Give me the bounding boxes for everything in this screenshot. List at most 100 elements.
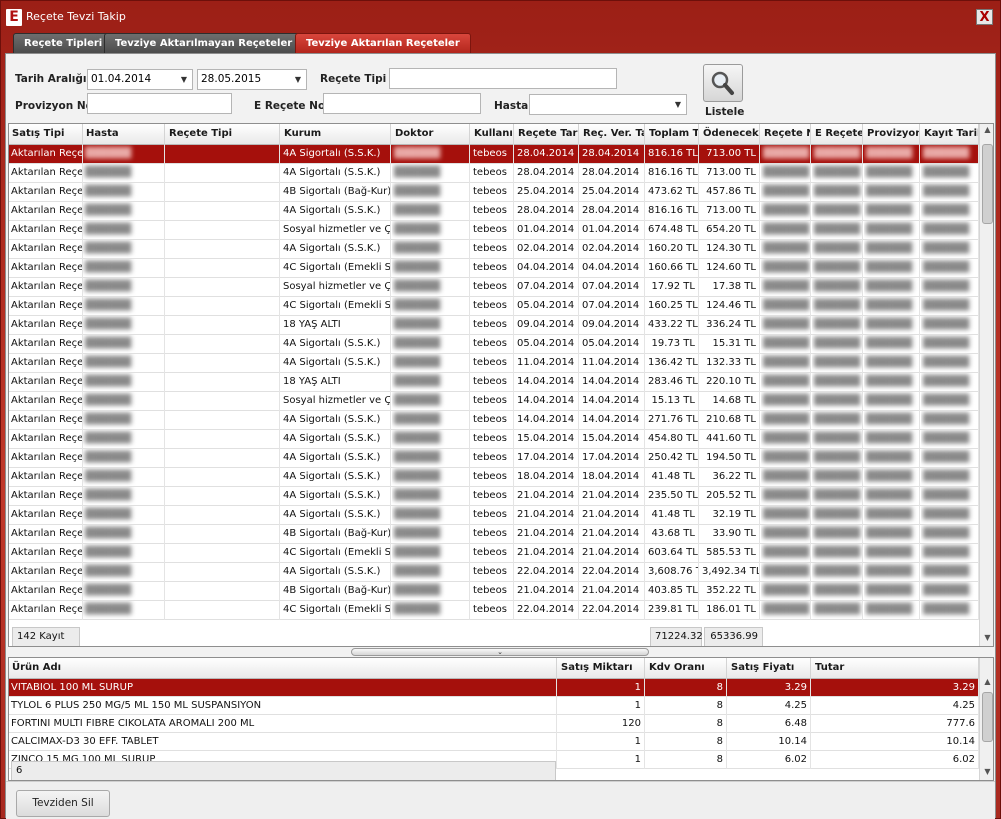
column-header[interactable]: Reç. Ver. Tarihi (580, 124, 645, 145)
date-from-picker[interactable]: 01.04.2014 ▼ (87, 69, 193, 90)
column-header[interactable]: Ödenecek Tutar (700, 124, 760, 145)
table-row[interactable]: Aktarılan Reçete██████4A Sigortalı (S.S.… (9, 145, 979, 164)
redacted-text: ██████ (814, 262, 861, 273)
splitter-handle[interactable]: ⌄ (351, 648, 649, 656)
table-cell: 4A Sigortalı (S.S.K.) (281, 487, 391, 506)
list-item[interactable]: TYLOL 6 PLUS 250 MG/5 ML 150 ML SUSPANSI… (9, 697, 979, 715)
table-cell: tebeos (471, 563, 514, 582)
scroll-thumb[interactable] (982, 692, 993, 742)
tab-tevziye-aktarilan[interactable]: Tevziye Aktarılan Reçeteler (295, 33, 471, 53)
hasta-select[interactable]: ▼ (529, 94, 687, 115)
table-row[interactable]: Aktarılan Reçete██████4C Sigortalı (Emek… (9, 297, 979, 316)
table-row[interactable]: Aktarılan Reçete██████4A Sigortalı (S.S.… (9, 430, 979, 449)
tab-tevziye-aktarilmayan[interactable]: Tevziye Aktarılmayan Reçeteler (104, 33, 304, 53)
table-row[interactable]: Aktarılan Reçete██████4A Sigortalı (S.S.… (9, 240, 979, 259)
table-cell (166, 297, 280, 316)
table-row[interactable]: Aktarılan Reçete██████4C Sigortalı (Emek… (9, 544, 979, 563)
table-row[interactable]: Aktarılan Reçete██████18 YAŞ ALTI██████t… (9, 373, 979, 392)
table-cell: Aktarılan Reçete (9, 392, 83, 411)
column-header[interactable]: Satış Tipi (9, 124, 83, 145)
column-header[interactable]: Kullanıcı (471, 124, 514, 145)
table-cell: ██████ (864, 544, 920, 563)
list-item[interactable]: VITABIOL 100 ML SURUP 1 8 3.29 3.29 (9, 679, 979, 697)
table-row[interactable]: Aktarılan Reçete██████4B Sigortalı (Bağ-… (9, 582, 979, 601)
urun-grid-scrollbar[interactable]: ▲ ▼ (979, 658, 993, 780)
scroll-up-icon[interactable]: ▲ (980, 124, 993, 136)
table-row[interactable]: Aktarılan Reçete██████4B Sigortalı (Bağ-… (9, 183, 979, 202)
column-header[interactable]: Toplam Tutar (646, 124, 699, 145)
redacted-text: ██████ (866, 585, 913, 596)
table-row[interactable]: Aktarılan Reçete██████18 YAŞ ALTI██████t… (9, 316, 979, 335)
table-row[interactable]: Aktarılan Reçete██████4A Sigortalı (S.S.… (9, 468, 979, 487)
close-button[interactable]: X (976, 9, 993, 25)
column-header[interactable]: Reçete No (761, 124, 811, 145)
scroll-thumb[interactable] (982, 144, 993, 224)
redacted-text: ██████ (814, 585, 861, 596)
e-recete-label: E Reçete No (254, 100, 326, 112)
table-row[interactable]: Aktarılan Reçete██████4A Sigortalı (S.S.… (9, 449, 979, 468)
provizyon-input[interactable] (87, 93, 232, 114)
table-cell: tebeos (471, 259, 514, 278)
table-row[interactable]: Aktarılan Reçete██████4A Sigortalı (S.S.… (9, 487, 979, 506)
list-item[interactable]: CALCIMAX-D3 30 EFF. TABLET 1 8 10.14 10.14 (9, 733, 979, 751)
table-row[interactable]: Aktarılan Reçete██████4A Sigortalı (S.S.… (9, 335, 979, 354)
table-row[interactable]: Aktarılan Reçete██████4A Sigortalı (S.S.… (9, 164, 979, 183)
table-row[interactable]: Aktarılan Reçete██████4C Sigortalı (Emek… (9, 259, 979, 278)
scroll-down-icon[interactable]: ▼ (980, 766, 993, 778)
table-row[interactable]: Aktarılan Reçete██████4A Sigortalı (S.S.… (9, 354, 979, 373)
column-header[interactable]: Reçete Tarihi (515, 124, 579, 145)
table-cell: 09.04.2014 (515, 316, 579, 335)
table-cell: Aktarılan Reçete (9, 259, 83, 278)
table-row[interactable]: Aktarılan Reçete██████4A Sigortalı (S.S.… (9, 563, 979, 582)
table-cell: 4A Sigortalı (S.S.K.) (281, 202, 391, 221)
column-header[interactable]: Tutar (812, 658, 979, 679)
column-header[interactable]: Kayıt Tarihi (921, 124, 979, 145)
table-cell: 220.10 TL (700, 373, 760, 392)
tab-recete-tipleri[interactable]: Reçete Tipleri (13, 33, 114, 53)
column-header[interactable]: Satış Miktarı (558, 658, 645, 679)
delete-from-tevzi-button[interactable]: Tevziden Sil (16, 790, 110, 817)
e-recete-input[interactable] (323, 93, 481, 114)
column-header[interactable]: Hasta (83, 124, 165, 145)
table-cell: ██████ (921, 525, 979, 544)
column-header[interactable]: Reçete Tipi (166, 124, 280, 145)
redacted-text: ██████ (85, 547, 132, 558)
recete-tipi-input[interactable] (389, 68, 617, 89)
redacted-text: ██████ (85, 167, 132, 178)
column-header[interactable]: Kurum (281, 124, 391, 145)
column-header[interactable]: Doktor (392, 124, 470, 145)
table-row[interactable]: Aktarılan Reçete██████Sosyal hizmetler v… (9, 278, 979, 297)
redacted-text: ██████ (814, 186, 861, 197)
column-header[interactable]: Provizyon (864, 124, 920, 145)
table-row[interactable]: Aktarılan Reçete██████4C Sigortalı (Emek… (9, 601, 979, 620)
scroll-up-icon[interactable]: ▲ (980, 676, 993, 688)
table-row[interactable]: Aktarılan Reçete██████4B Sigortalı (Bağ-… (9, 525, 979, 544)
table-row[interactable]: Aktarılan Reçete██████4A Sigortalı (S.S.… (9, 506, 979, 525)
redacted-text: ██████ (394, 452, 441, 463)
redacted-text: ██████ (866, 509, 913, 520)
table-cell: ██████ (812, 506, 863, 525)
table-row[interactable]: Aktarılan Reçete██████Sosyal hizmetler v… (9, 392, 979, 411)
column-header[interactable]: E Reçete (812, 124, 863, 145)
table-row[interactable]: Aktarılan Reçete██████Sosyal hizmetler v… (9, 221, 979, 240)
recete-grid-scrollbar[interactable]: ▲ ▼ (979, 124, 993, 646)
table-cell: Aktarılan Reçete (9, 563, 83, 582)
scroll-down-icon[interactable]: ▼ (980, 632, 993, 644)
list-item[interactable]: FORTINI MULTI FIBRE CIKOLATA AROMALI 200… (9, 715, 979, 733)
list-button[interactable] (703, 64, 743, 102)
table-cell: ██████ (83, 487, 165, 506)
table-cell: 21.04.2014 (580, 525, 645, 544)
table-row[interactable]: Aktarılan Reçete██████4A Sigortalı (S.S.… (9, 202, 979, 221)
urun-count: 6 (11, 761, 556, 780)
table-cell: ██████ (392, 449, 470, 468)
table-cell: ██████ (812, 582, 863, 601)
table-cell: 4C Sigortalı (Emekli Sandığı) (281, 601, 391, 620)
column-header[interactable]: Satış Fiyatı (728, 658, 811, 679)
column-header[interactable]: Ürün Adı (9, 658, 557, 679)
table-cell: 4C Sigortalı (Emekli Sandığı) (281, 544, 391, 563)
table-cell: ██████ (812, 411, 863, 430)
table-cell: 4B Sigortalı (Bağ-Kur) (281, 525, 391, 544)
column-header[interactable]: Kdv Oranı (646, 658, 727, 679)
table-row[interactable]: Aktarılan Reçete██████4A Sigortalı (S.S.… (9, 411, 979, 430)
date-to-picker[interactable]: 28.05.2015 ▼ (197, 69, 307, 90)
